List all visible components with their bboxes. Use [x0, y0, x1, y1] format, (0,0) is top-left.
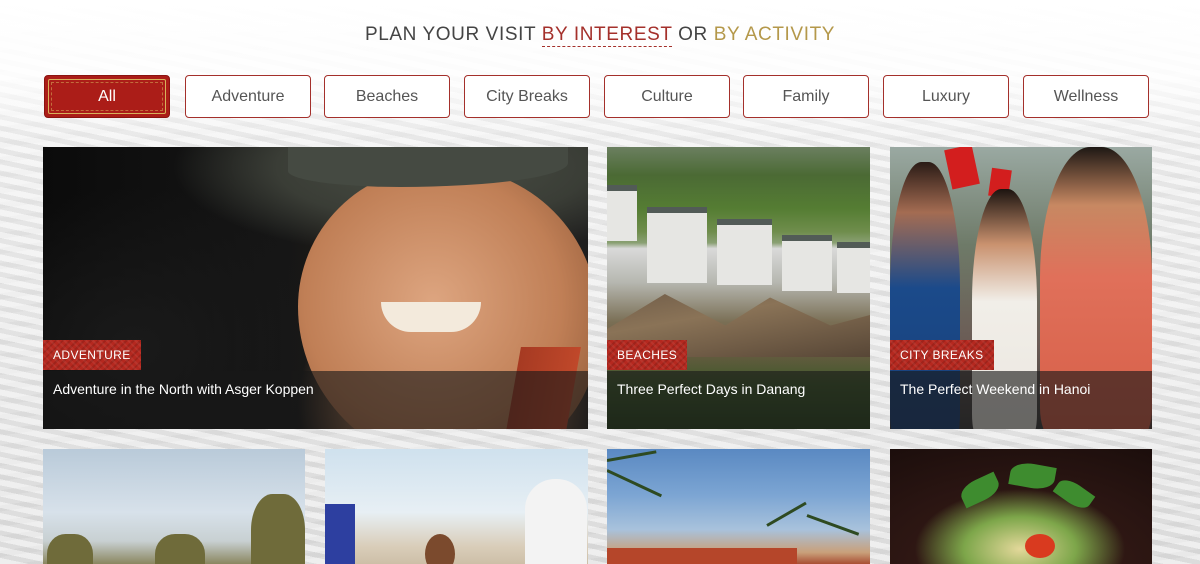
heading-prefix: PLAN YOUR VISIT — [364, 24, 542, 45]
heading-or: OR — [672, 24, 714, 45]
card-title: Adventure in the North with Asger Koppen — [53, 381, 314, 397]
card-family-beach[interactable] — [325, 449, 588, 564]
filter-beaches-button[interactable]: Beaches — [324, 75, 450, 118]
photo-ruin — [251, 494, 305, 564]
photo-smile — [381, 302, 481, 332]
filter-label: City Breaks — [486, 87, 568, 105]
card-title-bar: The Perfect Weekend in Hanoi — [890, 371, 1152, 429]
filter-culture-button[interactable]: Culture — [604, 75, 730, 118]
card-photo-vietnamese-dish — [890, 449, 1152, 564]
filter-family-button[interactable]: Family — [743, 75, 869, 118]
photo-cap — [288, 147, 568, 187]
interest-filter-bar: All Adventure Beaches City Breaks Cultur… — [0, 75, 1200, 118]
filter-label: Family — [782, 87, 830, 105]
photo-palm-frond — [607, 469, 663, 498]
filter-label: Adventure — [211, 87, 285, 105]
filter-all-button[interactable]: All — [44, 75, 170, 118]
photo-ruin — [155, 534, 205, 564]
photo-flag — [944, 147, 980, 190]
card-category-badge: ADVENTURE — [43, 340, 141, 370]
by-interest-link[interactable]: BY INTEREST — [541, 24, 673, 47]
photo-building — [647, 207, 707, 283]
filter-wellness-button[interactable]: Wellness — [1023, 75, 1149, 118]
card-photo-temple-ruins — [43, 449, 305, 564]
card-photo-family-on-beach — [325, 449, 588, 564]
card-food-dish[interactable] — [890, 449, 1152, 564]
photo-woman — [325, 504, 355, 564]
photo-building — [717, 219, 772, 285]
by-activity-link[interactable]: BY ACTIVITY — [714, 24, 835, 45]
card-category-badge: BEACHES — [607, 340, 687, 370]
photo-building — [782, 235, 832, 291]
card-adventure[interactable]: ADVENTURE Adventure in the North with As… — [43, 147, 588, 429]
card-title: Three Perfect Days in Danang — [617, 381, 806, 397]
filter-city-breaks-button[interactable]: City Breaks — [464, 75, 590, 118]
filter-label: Luxury — [921, 87, 971, 105]
card-title: The Perfect Weekend in Hanoi — [900, 381, 1091, 397]
card-title-bar: Three Perfect Days in Danang — [607, 371, 870, 429]
photo-building — [607, 185, 637, 241]
photo-ruin — [47, 534, 93, 564]
filter-luxury-button[interactable]: Luxury — [883, 75, 1009, 118]
card-category-badge: CITY BREAKS — [890, 340, 994, 370]
filter-label: Wellness — [1053, 87, 1119, 105]
photo-red-roof — [607, 548, 797, 564]
photo-herb-leaf — [957, 471, 1003, 509]
photo-herb-leaf — [1008, 460, 1057, 492]
photo-herb-leaf — [1052, 474, 1096, 514]
photo-building — [837, 242, 870, 293]
filter-label: Beaches — [355, 87, 419, 105]
filter-label: Culture — [641, 87, 693, 105]
filter-adventure-button[interactable]: Adventure — [185, 75, 311, 118]
photo-man — [525, 479, 587, 564]
card-palm-coast[interactable] — [607, 449, 870, 564]
card-beaches[interactable]: BEACHES Three Perfect Days in Danang — [607, 147, 870, 429]
photo-palm-frond — [607, 450, 657, 462]
card-title-bar: Adventure in the North with Asger Koppen — [43, 371, 588, 429]
card-photo-palm-trees — [607, 449, 870, 564]
background-fade — [0, 0, 1200, 140]
photo-palm-frond — [806, 514, 860, 536]
photo-chili — [1025, 534, 1055, 558]
card-culture-ruins[interactable] — [43, 449, 305, 564]
filter-label: All — [98, 87, 116, 105]
page-heading: PLAN YOUR VISIT BY INTEREST OR BY ACTIVI… — [0, 24, 1200, 47]
card-city-breaks[interactable]: CITY BREAKS The Perfect Weekend in Hanoi — [890, 147, 1152, 429]
photo-palm-frond — [766, 501, 807, 527]
photo-child — [425, 534, 455, 564]
